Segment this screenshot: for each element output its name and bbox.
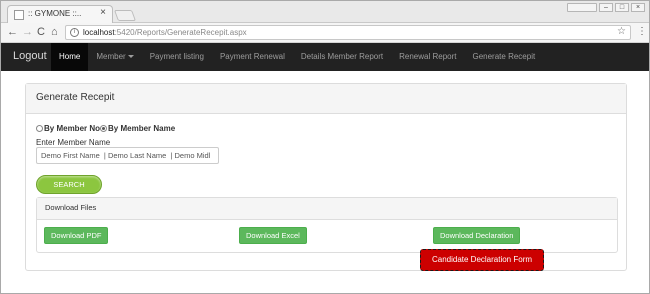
download-pdf-button[interactable]: Download PDF [44, 227, 109, 244]
url-field[interactable]: i localhost:5420/Reports/GenerateRecepit… [65, 25, 631, 40]
logout-link[interactable]: Logout [13, 50, 47, 62]
tab-strip: :: GYMONE ::.. × – □ × [1, 1, 649, 24]
reload-icon[interactable]: C [37, 26, 45, 38]
profile-button[interactable] [567, 3, 597, 12]
page-icon [14, 10, 24, 20]
generate-recepit-panel: Generate Recepit By Member No By Member … [25, 83, 627, 271]
app-navbar: Logout Home Member Payment listing Payme… [1, 43, 649, 71]
browser-tab[interactable]: :: GYMONE ::.. × [7, 5, 113, 24]
maximize-icon[interactable]: □ [615, 3, 629, 12]
search-button[interactable]: SEARCH [36, 175, 102, 194]
url-host: localhost [83, 28, 115, 37]
address-bar-row: ← → C ⌂ i localhost:5420/Reports/Generat… [1, 23, 649, 43]
download-files-heading: Download Files [37, 198, 617, 220]
url-path: :5420/Reports/GenerateRecepit.aspx [114, 28, 247, 37]
minimize-icon[interactable]: – [599, 3, 613, 12]
new-tab-button[interactable] [113, 10, 137, 21]
panel-title: Generate Recepit [26, 84, 626, 114]
download-excel-button[interactable]: Download Excel [239, 227, 307, 244]
candidate-declaration-form-button[interactable]: Candidate Declaration Form [420, 249, 544, 271]
tab-title: :: GYMONE ::.. [28, 9, 82, 18]
member-name-input[interactable] [36, 147, 219, 164]
radio-member-name[interactable] [100, 125, 108, 132]
nav-item-home[interactable]: Home [51, 43, 89, 71]
browser-menu-icon[interactable]: ⋮ [637, 26, 647, 37]
url-text: localhost:5420/Reports/GenerateRecepit.a… [83, 28, 247, 37]
nav-menu: Home Member Payment listing Payment Rene… [51, 43, 543, 71]
nav-item-payment-renewal[interactable]: Payment Renewal [212, 43, 293, 71]
info-icon[interactable]: i [70, 28, 79, 37]
window-controls: – □ × [567, 3, 645, 12]
member-name-label: Enter Member Name [36, 138, 111, 147]
download-files-panel: Download Files Download PDF Download Exc… [36, 197, 618, 253]
search-mode-radios: By Member No By Member Name [36, 124, 175, 133]
close-icon[interactable]: × [100, 7, 106, 18]
radio-member-no-label: By Member No [44, 124, 101, 133]
browser-window: :: GYMONE ::.. × – □ × ← → C ⌂ i localho… [0, 0, 650, 294]
nav-item-member-label: Member [96, 52, 126, 61]
radio-member-name-label: By Member Name [108, 124, 176, 133]
nav-item-renewal-report[interactable]: Renewal Report [391, 43, 464, 71]
home-icon[interactable]: ⌂ [51, 26, 58, 38]
radio-member-no[interactable] [36, 125, 43, 132]
nav-item-payment-listing[interactable]: Payment listing [142, 43, 212, 71]
bookmark-star-icon[interactable]: ☆ [617, 26, 626, 37]
nav-item-member[interactable]: Member [88, 43, 141, 71]
nav-item-generate-recepit[interactable]: Generate Recepit [464, 43, 543, 71]
nav-item-details-member-report[interactable]: Details Member Report [293, 43, 391, 71]
caret-down-icon [127, 55, 134, 59]
back-arrow-icon[interactable]: ← [7, 26, 18, 38]
download-declaration-button[interactable]: Download Declaration [433, 227, 521, 244]
window-close-icon[interactable]: × [631, 3, 645, 12]
forward-arrow-icon[interactable]: → [22, 26, 33, 38]
